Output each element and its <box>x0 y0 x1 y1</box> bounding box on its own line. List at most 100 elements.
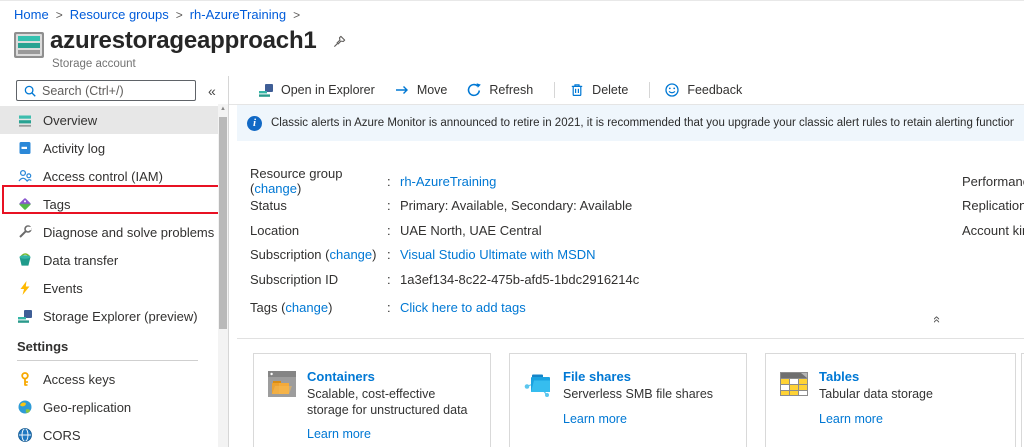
collapse-essentials-button[interactable]: « <box>928 311 948 329</box>
card-title: File shares <box>563 369 631 384</box>
sidebar-item-cors[interactable]: CORS <box>0 421 218 447</box>
info-icon: i <box>247 115 262 131</box>
pin-icon[interactable] <box>332 34 347 49</box>
content-divider <box>237 338 1024 339</box>
sidebar-item-label: CORS <box>43 427 81 443</box>
sidebar-item-data-transfer[interactable]: Data transfer <box>0 246 218 274</box>
tags-icon <box>17 196 33 212</box>
lightning-icon <box>17 280 33 296</box>
storage-account-icon <box>14 32 44 58</box>
containers-card[interactable]: Containers Scalable, cost-effective stor… <box>253 353 491 447</box>
toolbar-label: Refresh <box>489 83 534 97</box>
detail-label: Resource group (change) <box>250 166 343 197</box>
detail-row-tags: Tags (change) : Click here to add tags <box>250 295 639 320</box>
overview-icon <box>17 112 33 128</box>
delete-button[interactable]: Delete <box>569 82 628 98</box>
sidebar-item-label: Events <box>43 280 83 296</box>
sidebar-item-label: Activity log <box>43 140 106 156</box>
breadcrumb-home[interactable]: Home <box>14 7 49 22</box>
open-in-explorer-button[interactable]: Open in Explorer <box>258 82 375 98</box>
learn-more-link[interactable]: Learn more <box>307 427 371 441</box>
storage-explorer-icon <box>17 308 33 324</box>
file-shares-icon <box>523 369 553 399</box>
breadcrumb-resource-groups[interactable]: Resource groups <box>70 7 169 22</box>
toolbar-label: Feedback <box>687 83 743 97</box>
sidebar-item-activity-log[interactable]: Activity log <box>0 134 218 162</box>
sidebar-item-storage-explorer[interactable]: Storage Explorer (preview) <box>0 302 218 330</box>
resource-group-link[interactable]: rh-AzureTraining <box>400 174 496 189</box>
detail-row-location: Location : UAE North, UAE Central <box>250 218 639 243</box>
sidebar-item-label: Access keys <box>43 371 116 387</box>
learn-more-link[interactable]: Learn more <box>563 412 627 426</box>
feedback-button[interactable]: Feedback <box>664 82 742 98</box>
toolbar-separator <box>649 82 651 98</box>
sidebar-item-access-control[interactable]: Access control (IAM) <box>0 162 218 190</box>
learn-more-link[interactable]: Learn more <box>819 412 883 426</box>
sidebar-item-diagnose[interactable]: Diagnose and solve problems <box>0 218 218 246</box>
colon: : <box>387 299 391 315</box>
sidebar-search <box>16 80 196 101</box>
resource-type-label: Storage account <box>52 58 136 70</box>
toolbar-label: Move <box>416 83 448 97</box>
globe-icon <box>17 399 33 415</box>
card-description: Tabular data storage <box>819 387 933 401</box>
move-button[interactable]: Move <box>394 82 448 98</box>
detail-row-resource-group: Resource group (change) : rh-AzureTraini… <box>250 166 639 197</box>
change-link[interactable]: change <box>254 181 297 196</box>
tables-card[interactable]: Tables Tabular data storage Learn more <box>765 353 1016 447</box>
detail-row-subscription-id: Subscription ID : 1a3ef134-8c22-475b-afd… <box>250 267 639 292</box>
sidebar-scrollbar[interactable]: ▲ <box>218 104 228 447</box>
sidebar-item-label: Storage Explorer (preview) <box>43 308 198 324</box>
sidebar: « Overview A <box>0 76 229 447</box>
scrollbar-thumb[interactable] <box>219 117 227 329</box>
subscription-id-value: 1a3ef134-8c22-475b-afd5-1bdc2916214c <box>400 271 640 287</box>
sidebar-item-overview[interactable]: Overview <box>0 106 218 134</box>
status-value: Primary: Available, Secondary: Available <box>400 198 633 214</box>
scrollbar-up-arrow-icon[interactable]: ▲ <box>218 106 228 112</box>
collapse-sidebar-button[interactable]: « <box>206 81 218 101</box>
colon: : <box>387 271 391 287</box>
sidebar-item-label: Geo-replication <box>43 399 132 415</box>
colon: : <box>387 198 391 214</box>
search-input[interactable] <box>16 80 196 101</box>
activity-log-icon <box>17 140 33 156</box>
colon: : <box>387 222 391 238</box>
refresh-button[interactable]: Refresh <box>466 82 533 98</box>
access-control-icon <box>17 168 33 184</box>
command-bar: Open in Explorer Move Refresh Delete Fee… <box>229 76 1024 105</box>
subscription-link[interactable]: Visual Studio Ultimate with MSDN <box>400 247 596 262</box>
add-tags-link[interactable]: Click here to add tags <box>400 300 526 315</box>
page-title: azurestorageapproach1 <box>50 27 317 54</box>
sidebar-item-access-keys[interactable]: Access keys <box>0 365 218 393</box>
replication-label: Replication <box>962 198 1024 214</box>
card-title: Containers <box>307 369 375 384</box>
file-shares-card[interactable]: File shares Serverless SMB file shares L… <box>509 353 747 447</box>
sidebar-item-tags[interactable]: Tags <box>0 190 218 218</box>
containers-icon <box>267 369 297 399</box>
location-value: UAE North, UAE Central <box>400 222 542 238</box>
change-link[interactable]: change <box>329 247 372 262</box>
detail-label: Status <box>250 198 287 214</box>
essentials-right-column: Performance Replication Account kind <box>962 169 1024 243</box>
detail-label: Tags (change) <box>250 299 333 315</box>
detail-row-subscription: Subscription (change) : Visual Studio Ul… <box>250 243 639 268</box>
sidebar-item-label: Access control (IAM) <box>43 168 163 184</box>
card-description: Scalable, cost-effective storage for uns… <box>307 387 468 417</box>
search-icon <box>23 84 37 98</box>
breadcrumb: Home > Resource groups > rh-AzureTrainin… <box>14 7 307 22</box>
change-link[interactable]: change <box>285 300 328 315</box>
colon: : <box>387 173 391 189</box>
account-kind-label: Account kind <box>962 222 1024 238</box>
sidebar-item-label: Overview <box>43 112 98 128</box>
sidebar-item-events[interactable]: Events <box>0 274 218 302</box>
card-title: Tables <box>819 369 860 384</box>
storage-explorer-icon <box>258 82 274 98</box>
breadcrumb-resource-group-name[interactable]: rh-AzureTraining <box>190 7 286 22</box>
azure-portal-storage-overview: Home > Resource groups > rh-AzureTrainin… <box>0 0 1024 447</box>
chevron-right-icon: > <box>175 7 183 22</box>
network-globe-icon <box>17 427 33 443</box>
sidebar-item-geo-replication[interactable]: Geo-replication <box>0 393 218 421</box>
toolbar-label: Delete <box>592 83 629 97</box>
smiley-icon <box>664 82 680 98</box>
sidebar-section-settings: Settings <box>17 338 69 354</box>
